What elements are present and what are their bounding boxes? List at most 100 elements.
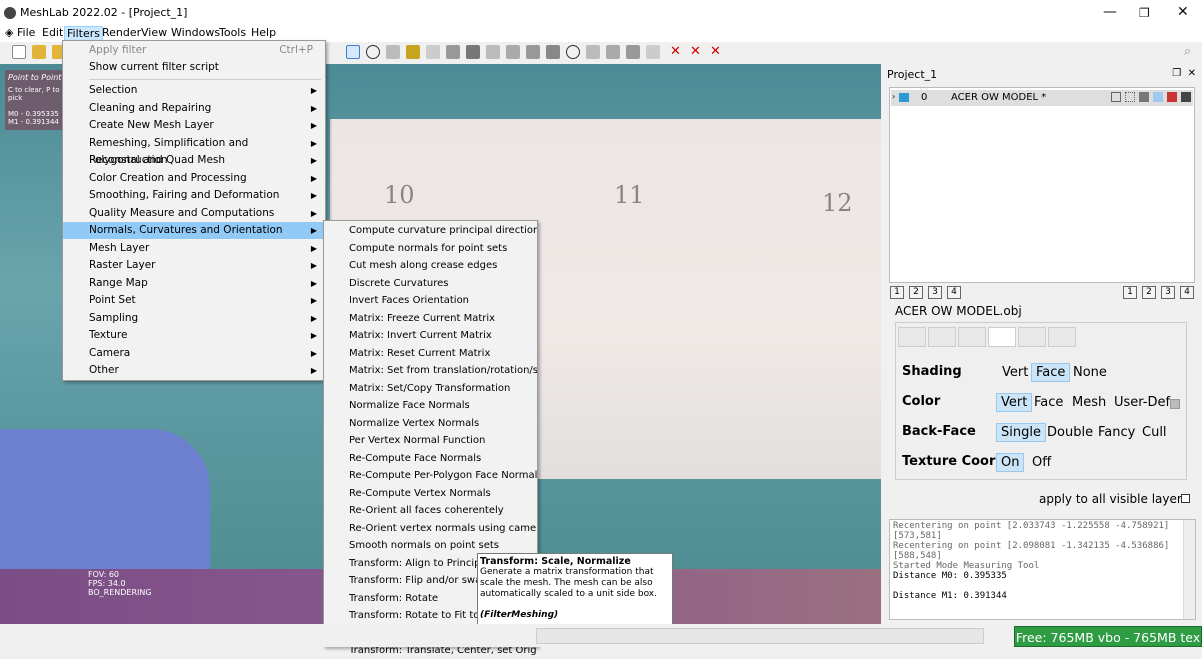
- new-project-icon[interactable]: [12, 45, 26, 59]
- open-project-icon[interactable]: [32, 45, 46, 59]
- normals-submenu-item[interactable]: Re-Orient all faces coherentely: [324, 502, 537, 519]
- layer-tool-icon[interactable]: [1139, 92, 1149, 102]
- maximize-button[interactable]: ❐: [1139, 6, 1150, 20]
- filters-menu-item[interactable]: Camera ▶: [63, 345, 325, 362]
- view-button-1[interactable]: 1: [890, 286, 904, 299]
- view-button-3[interactable]: 3: [1161, 286, 1175, 299]
- clear-selection-icon[interactable]: [646, 45, 660, 59]
- menu-edit[interactable]: Edit: [40, 26, 65, 39]
- normals-submenu-item[interactable]: Re-Compute Face Normals: [324, 450, 537, 467]
- tab-wireframe[interactable]: [928, 327, 956, 347]
- filters-menu-item[interactable]: Remeshing, Simplification and Reconstruc…: [63, 135, 325, 166]
- filters-menu-item[interactable]: Texture ▶: [63, 327, 325, 344]
- normals-submenu-item[interactable]: Matrix: Set/Copy Transformation: [324, 380, 537, 397]
- layer-tool-icon[interactable]: [1181, 92, 1191, 102]
- view-button-1[interactable]: 1: [1123, 286, 1137, 299]
- normals-submenu-item[interactable]: Cut mesh along crease edges: [324, 257, 537, 274]
- view-button-2[interactable]: 2: [909, 286, 923, 299]
- user-color-swatch[interactable]: [1170, 399, 1180, 409]
- visibility-eye-icon[interactable]: [899, 93, 909, 102]
- layer-row[interactable]: › 0 ACER OW MODEL *: [891, 90, 1193, 106]
- color-face[interactable]: Face: [1030, 394, 1067, 411]
- expand-icon[interactable]: ›: [892, 92, 895, 101]
- delete-vertices-icon[interactable]: ✕: [670, 45, 684, 59]
- shading-none[interactable]: None: [1069, 364, 1111, 381]
- normals-submenu-item[interactable]: Re-Compute Per-Polygon Face Normals: [324, 467, 537, 484]
- normals-submenu-item[interactable]: Discrete Curvatures: [324, 275, 537, 292]
- menu-render[interactable]: Render: [100, 26, 143, 39]
- paint-icon[interactable]: [446, 45, 460, 59]
- view-button-4[interactable]: 4: [947, 286, 961, 299]
- normals-submenu-item[interactable]: Matrix: Reset Current Matrix: [324, 345, 537, 362]
- texture-on[interactable]: On: [996, 453, 1025, 472]
- menu-windows[interactable]: Windows: [169, 26, 222, 39]
- filters-menu-item[interactable]: Selection ▶: [63, 82, 325, 99]
- invert-selection-icon[interactable]: [626, 45, 640, 59]
- color-mesh[interactable]: Mesh: [1068, 394, 1110, 411]
- shading-vert[interactable]: Vert: [998, 364, 1032, 381]
- select-all-icon[interactable]: [586, 45, 600, 59]
- filters-menu-item[interactable]: Raster Layer ▶: [63, 257, 325, 274]
- normals-submenu-item[interactable]: Matrix: Set from translation/rotation/sc…: [324, 362, 537, 379]
- log-scrollbar[interactable]: [1183, 520, 1195, 619]
- menu-help[interactable]: Help: [249, 26, 278, 39]
- menu-filters[interactable]: Filters: [64, 26, 103, 41]
- close-button[interactable]: ✕: [1177, 4, 1189, 20]
- select-faces-icon[interactable]: [426, 45, 440, 59]
- menu-tools[interactable]: Tools: [217, 26, 248, 39]
- search-icon[interactable]: ⌕: [1184, 45, 1198, 59]
- view-button-3[interactable]: 3: [928, 286, 942, 299]
- backface-double[interactable]: Double: [1043, 424, 1097, 441]
- color-user-def[interactable]: User-Def: [1110, 394, 1174, 411]
- info-icon[interactable]: [566, 45, 580, 59]
- view-button-2[interactable]: 2: [1142, 286, 1156, 299]
- delete-faces-vertices-icon[interactable]: ✕: [710, 45, 724, 59]
- view-button-4[interactable]: 4: [1180, 286, 1194, 299]
- filters-menu-item[interactable]: Cleaning and Repairing ▶: [63, 100, 325, 117]
- tab-solid[interactable]: [988, 327, 1016, 347]
- normals-submenu-item[interactable]: Invert Faces Orientation: [324, 292, 537, 309]
- show-filter-script-item[interactable]: Show current filter script: [63, 59, 325, 76]
- filters-menu-item[interactable]: Point Set ▶: [63, 292, 325, 309]
- normals-submenu-item[interactable]: Re-Orient vertex normals using cameras: [324, 520, 537, 537]
- layer-tool-icon[interactable]: [1167, 92, 1177, 102]
- select-none-icon[interactable]: [606, 45, 620, 59]
- filters-menu-item[interactable]: Sampling ▶: [63, 310, 325, 327]
- shading-face[interactable]: Face: [1031, 363, 1071, 382]
- normals-submenu-item[interactable]: Re-Compute Vertex Normals: [324, 485, 537, 502]
- filters-menu-item[interactable]: Create New Mesh Layer ▶: [63, 117, 325, 134]
- select-vertex-icon[interactable]: [486, 45, 500, 59]
- normals-submenu-item[interactable]: Per Vertex Normal Function: [324, 432, 537, 449]
- normals-submenu-item[interactable]: Compute normals for point sets: [324, 240, 537, 257]
- layer-tool-icon[interactable]: [1125, 92, 1135, 102]
- apply-filter-item[interactable]: Apply filter Ctrl+P: [63, 42, 325, 59]
- layer-tool-icon[interactable]: [1111, 92, 1121, 102]
- layer-tool-icon[interactable]: [1153, 92, 1163, 102]
- filters-menu-item[interactable]: Quality Measure and Computations ▶: [63, 205, 325, 222]
- delete-faces-icon[interactable]: ✕: [690, 45, 704, 59]
- texture-off[interactable]: Off: [1028, 454, 1055, 471]
- color-vert[interactable]: Vert: [996, 393, 1033, 412]
- tab-box[interactable]: [958, 327, 986, 347]
- menu-view[interactable]: View: [139, 26, 169, 39]
- tab-texture[interactable]: [1018, 327, 1046, 347]
- normals-submenu-item[interactable]: Matrix: Invert Current Matrix: [324, 327, 537, 344]
- menu-file[interactable]: File: [15, 26, 37, 39]
- close-panel-icon[interactable]: ✕: [1188, 68, 1196, 79]
- undock-icon[interactable]: ❐: [1172, 68, 1181, 79]
- raster-icon[interactable]: [466, 45, 480, 59]
- filters-menu-item[interactable]: Mesh Layer ▶: [63, 240, 325, 257]
- backface-single[interactable]: Single: [996, 423, 1046, 442]
- apply-all-checkbox[interactable]: [1181, 494, 1190, 503]
- align-icon[interactable]: [406, 45, 420, 59]
- backface-cull[interactable]: Cull: [1138, 424, 1171, 441]
- select-connected-icon[interactable]: [526, 45, 540, 59]
- filters-menu-item[interactable]: Smoothing, Fairing and Deformation ▶: [63, 187, 325, 204]
- normals-submenu-item[interactable]: Matrix: Freeze Current Matrix: [324, 310, 537, 327]
- normals-submenu-item[interactable]: Smooth normals on point sets: [324, 537, 537, 554]
- backface-fancy[interactable]: Fancy: [1094, 424, 1139, 441]
- tab-points[interactable]: [898, 327, 926, 347]
- filters-menu-item[interactable]: Other ▶: [63, 362, 325, 379]
- star-icon[interactable]: [546, 45, 560, 59]
- normals-submenu-item[interactable]: Compute curvature principal directions: [324, 222, 537, 239]
